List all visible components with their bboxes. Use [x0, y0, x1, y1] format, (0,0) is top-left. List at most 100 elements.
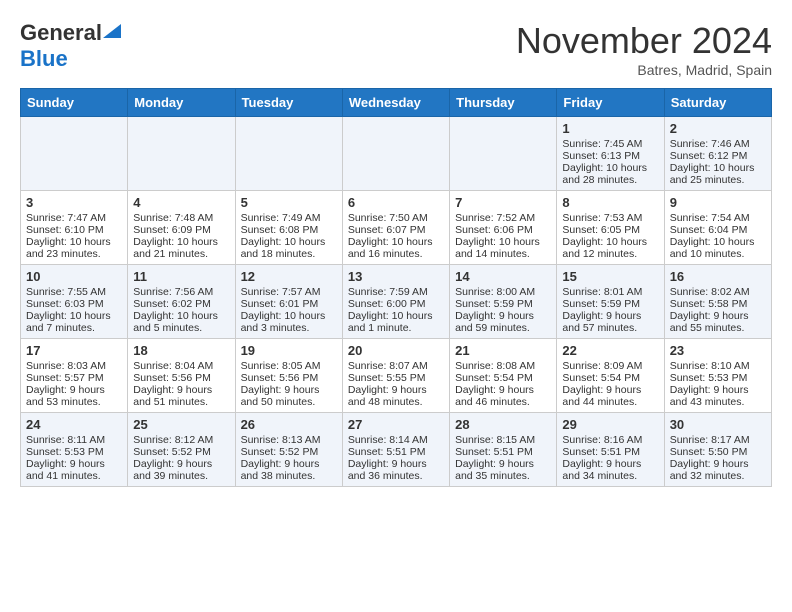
calendar-cell: 3 Sunrise: 7:47 AM Sunset: 6:10 PM Daylig…	[21, 191, 128, 265]
logo: General Blue	[20, 20, 121, 72]
day-info: Sunrise: 8:03 AM Sunset: 5:57 PM Dayligh…	[26, 360, 106, 408]
calendar-cell: 5 Sunrise: 7:49 AM Sunset: 6:08 PM Daylig…	[235, 191, 342, 265]
calendar-cell: 4 Sunrise: 7:48 AM Sunset: 6:09 PM Daylig…	[128, 191, 235, 265]
day-number: 18	[133, 343, 229, 358]
day-number: 7	[455, 195, 551, 210]
day-number: 14	[455, 269, 551, 284]
day-number: 3	[26, 195, 122, 210]
header-friday: Friday	[557, 89, 664, 117]
day-number: 9	[670, 195, 766, 210]
day-info: Sunrise: 7:55 AM Sunset: 6:03 PM Dayligh…	[26, 286, 111, 334]
day-info: Sunrise: 8:01 AM Sunset: 5:59 PM Dayligh…	[562, 286, 642, 334]
day-number: 30	[670, 417, 766, 432]
day-number: 23	[670, 343, 766, 358]
calendar-cell: 12Sunrise: 7:57 AM Sunset: 6:01 PM Dayli…	[235, 265, 342, 339]
calendar-body: 1 Sunrise: 7:45 AM Sunset: 6:13 PM Daylig…	[21, 117, 772, 487]
day-number: 26	[241, 417, 337, 432]
calendar-cell: 17 Sunrise: 8:03 AM Sunset: 5:57 PM Dayli…	[21, 339, 128, 413]
calendar-cell: 10 Sunrise: 7:55 AM Sunset: 6:03 PM Dayli…	[21, 265, 128, 339]
calendar-cell: 6 Sunrise: 7:50 AM Sunset: 6:07 PM Daylig…	[342, 191, 449, 265]
day-info: Sunrise: 8:07 AM Sunset: 5:55 PM Dayligh…	[348, 360, 428, 408]
calendar-cell	[235, 117, 342, 191]
day-info: Sunrise: 8:16 AM Sunset: 5:51 PM Dayligh…	[562, 434, 642, 482]
day-info: Sunrise: 7:52 AM Sunset: 6:06 PM Dayligh…	[455, 212, 540, 260]
day-info: Sunrise: 7:48 AM Sunset: 6:09 PM Dayligh…	[133, 212, 218, 260]
week-row-0: 1 Sunrise: 7:45 AM Sunset: 6:13 PM Daylig…	[21, 117, 772, 191]
day-number: 5	[241, 195, 337, 210]
day-number: 22	[562, 343, 658, 358]
header-tuesday: Tuesday	[235, 89, 342, 117]
month-title: November 2024	[516, 20, 772, 62]
day-number: 15	[562, 269, 658, 284]
calendar-cell: 27 Sunrise: 8:14 AM Sunset: 5:51 PM Dayli…	[342, 413, 449, 487]
calendar-header-row: SundayMondayTuesdayWednesdayThursdayFrid…	[21, 89, 772, 117]
day-number: 28	[455, 417, 551, 432]
day-number: 24	[26, 417, 122, 432]
day-number: 13	[348, 269, 444, 284]
day-number: 27	[348, 417, 444, 432]
day-number: 1	[562, 121, 658, 136]
calendar-cell: 30Sunrise: 8:17 AM Sunset: 5:50 PM Dayli…	[664, 413, 771, 487]
day-info: Sunrise: 8:04 AM Sunset: 5:56 PM Dayligh…	[133, 360, 213, 408]
header-wednesday: Wednesday	[342, 89, 449, 117]
week-row-2: 10 Sunrise: 7:55 AM Sunset: 6:03 PM Dayli…	[21, 265, 772, 339]
day-info: Sunrise: 7:46 AM Sunset: 6:12 PM Dayligh…	[670, 138, 755, 186]
day-info: Sunrise: 7:47 AM Sunset: 6:10 PM Dayligh…	[26, 212, 111, 260]
calendar-cell: 26 Sunrise: 8:13 AM Sunset: 5:52 PM Dayli…	[235, 413, 342, 487]
calendar-cell: 15 Sunrise: 8:01 AM Sunset: 5:59 PM Dayli…	[557, 265, 664, 339]
calendar-cell: 8Sunrise: 7:53 AM Sunset: 6:05 PM Daylig…	[557, 191, 664, 265]
week-row-3: 17 Sunrise: 8:03 AM Sunset: 5:57 PM Dayli…	[21, 339, 772, 413]
day-info: Sunrise: 7:50 AM Sunset: 6:07 PM Dayligh…	[348, 212, 433, 260]
day-info: Sunrise: 8:11 AM Sunset: 5:53 PM Dayligh…	[26, 434, 105, 482]
title-block: November 2024 Batres, Madrid, Spain	[516, 20, 772, 78]
calendar-cell	[342, 117, 449, 191]
day-info: Sunrise: 8:15 AM Sunset: 5:51 PM Dayligh…	[455, 434, 535, 482]
calendar-cell: 25 Sunrise: 8:12 AM Sunset: 5:52 PM Dayli…	[128, 413, 235, 487]
calendar-cell: 14 Sunrise: 8:00 AM Sunset: 5:59 PM Dayli…	[450, 265, 557, 339]
week-row-1: 3 Sunrise: 7:47 AM Sunset: 6:10 PM Daylig…	[21, 191, 772, 265]
day-info: Sunrise: 8:14 AM Sunset: 5:51 PM Dayligh…	[348, 434, 428, 482]
calendar-cell: 9Sunrise: 7:54 AM Sunset: 6:04 PM Daylig…	[664, 191, 771, 265]
calendar-cell: 19 Sunrise: 8:05 AM Sunset: 5:56 PM Dayli…	[235, 339, 342, 413]
calendar-cell: 2 Sunrise: 7:46 AM Sunset: 6:12 PM Daylig…	[664, 117, 771, 191]
calendar-cell	[21, 117, 128, 191]
day-info: Sunrise: 8:09 AM Sunset: 5:54 PM Dayligh…	[562, 360, 642, 408]
day-info: Sunrise: 8:12 AM Sunset: 5:52 PM Dayligh…	[133, 434, 213, 482]
day-info: Sunrise: 7:59 AM Sunset: 6:00 PM Dayligh…	[348, 286, 433, 334]
day-info: Sunrise: 8:00 AM Sunset: 5:59 PM Dayligh…	[455, 286, 535, 334]
header-sunday: Sunday	[21, 89, 128, 117]
day-info: Sunrise: 8:02 AM Sunset: 5:58 PM Dayligh…	[670, 286, 750, 334]
calendar-cell: 7 Sunrise: 7:52 AM Sunset: 6:06 PM Daylig…	[450, 191, 557, 265]
day-number: 19	[241, 343, 337, 358]
calendar-cell: 1 Sunrise: 7:45 AM Sunset: 6:13 PM Daylig…	[557, 117, 664, 191]
day-info: Sunrise: 7:49 AM Sunset: 6:08 PM Dayligh…	[241, 212, 326, 260]
calendar-cell: 18 Sunrise: 8:04 AM Sunset: 5:56 PM Dayli…	[128, 339, 235, 413]
calendar-table: SundayMondayTuesdayWednesdayThursdayFrid…	[20, 88, 772, 487]
header-thursday: Thursday	[450, 89, 557, 117]
location-subtitle: Batres, Madrid, Spain	[516, 62, 772, 78]
day-number: 2	[670, 121, 766, 136]
day-number: 21	[455, 343, 551, 358]
day-number: 25	[133, 417, 229, 432]
logo-blue: Blue	[20, 46, 68, 71]
calendar-cell: 28 Sunrise: 8:15 AM Sunset: 5:51 PM Dayli…	[450, 413, 557, 487]
page-header: General Blue November 2024 Batres, Madri…	[20, 20, 772, 78]
day-info: Sunrise: 7:56 AM Sunset: 6:02 PM Dayligh…	[133, 286, 218, 334]
day-number: 17	[26, 343, 122, 358]
day-info: Sunrise: 8:08 AM Sunset: 5:54 PM Dayligh…	[455, 360, 535, 408]
day-info: Sunrise: 8:13 AM Sunset: 5:52 PM Dayligh…	[241, 434, 321, 482]
day-number: 6	[348, 195, 444, 210]
day-number: 4	[133, 195, 229, 210]
day-number: 29	[562, 417, 658, 432]
calendar-cell: 11 Sunrise: 7:56 AM Sunset: 6:02 PM Dayli…	[128, 265, 235, 339]
calendar-cell: 20Sunrise: 8:07 AM Sunset: 5:55 PM Dayli…	[342, 339, 449, 413]
calendar-cell	[128, 117, 235, 191]
day-info: Sunrise: 7:45 AM Sunset: 6:13 PM Dayligh…	[562, 138, 647, 186]
day-number: 11	[133, 269, 229, 284]
day-info: Sunrise: 8:05 AM Sunset: 5:56 PM Dayligh…	[241, 360, 321, 408]
day-info: Sunrise: 7:57 AM Sunset: 6:01 PM Dayligh…	[241, 286, 326, 334]
day-number: 10	[26, 269, 122, 284]
calendar-cell: 21 Sunrise: 8:08 AM Sunset: 5:54 PM Dayli…	[450, 339, 557, 413]
calendar-cell: 24 Sunrise: 8:11 AM Sunset: 5:53 PM Dayli…	[21, 413, 128, 487]
day-number: 8	[562, 195, 658, 210]
